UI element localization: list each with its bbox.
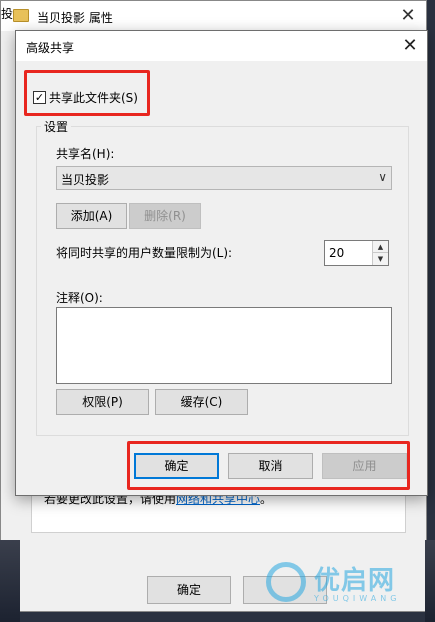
- user-limit-label: 将同时共享的用户数量限制为(L):: [56, 246, 233, 260]
- user-limit-stepper[interactable]: 20 ▲ ▼: [324, 240, 389, 266]
- ok-button[interactable]: 确定: [134, 453, 219, 479]
- desktop-background-left: [0, 540, 20, 622]
- share-name-select[interactable]: 当贝投影 ∨: [56, 166, 392, 190]
- settings-group-label: 设置: [41, 118, 72, 135]
- background-tab-fragment: 投: [1, 7, 14, 21]
- checkmark-icon[interactable]: ✓: [33, 90, 46, 104]
- folder-icon: [13, 9, 29, 22]
- advanced-sharing-dialog: 高级共享 ✕ ✓ 共享此文件夹(S) 设置 共享名(H): 当贝投影 ∨ 添加(…: [15, 30, 428, 496]
- background-cancel-button[interactable]: [243, 576, 327, 604]
- comment-label: 注释(O):: [56, 291, 103, 305]
- chevron-down-icon: ∨: [378, 170, 387, 184]
- background-close-icon[interactable]: ✕: [396, 4, 420, 28]
- permissions-button[interactable]: 权限(P): [56, 389, 149, 415]
- add-share-button[interactable]: 添加(A): [56, 203, 127, 229]
- user-limit-value[interactable]: 20: [329, 246, 344, 260]
- background-titlebar: 投 当贝投影 属性 ✕: [1, 1, 426, 31]
- background-ok-button[interactable]: 确定: [147, 576, 231, 604]
- spin-down-icon[interactable]: ▼: [372, 253, 388, 265]
- share-name-label: 共享名(H):: [56, 147, 115, 161]
- caching-button[interactable]: 缓存(C): [155, 389, 248, 415]
- cancel-button[interactable]: 取消: [228, 453, 313, 479]
- share-name-value: 当贝投影: [61, 173, 110, 187]
- share-folder-checkbox[interactable]: ✓ 共享此文件夹(S): [33, 89, 138, 105]
- spin-up-icon[interactable]: ▲: [372, 241, 388, 253]
- background-window-title: 当贝投影 属性: [37, 11, 113, 25]
- desktop-background-right: [425, 540, 435, 622]
- share-folder-label: 共享此文件夹(S): [49, 90, 138, 105]
- dialog-titlebar: 高级共享 ✕: [16, 31, 427, 61]
- comment-textarea[interactable]: [56, 307, 392, 384]
- dialog-title: 高级共享: [26, 41, 75, 55]
- remove-share-button[interactable]: 删除(R): [129, 203, 201, 229]
- dialog-close-icon[interactable]: ✕: [397, 34, 423, 58]
- apply-button[interactable]: 应用: [322, 453, 407, 479]
